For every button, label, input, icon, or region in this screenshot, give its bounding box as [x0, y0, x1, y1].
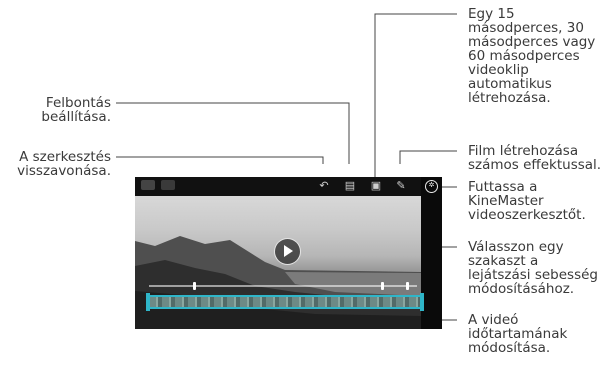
effects-icon: ✎: [396, 180, 406, 192]
auto-clip-icon: ▣: [370, 180, 382, 192]
callout-effects: Film létrehozása számos effektussal.: [468, 144, 601, 172]
callout-auto-clip: Egy 15 másodperces, 30 másodperces vagy …: [468, 7, 595, 105]
callout-line: 60 másodperces: [468, 48, 580, 64]
undo-icon: ↶: [319, 180, 329, 192]
callout-line: módosítása.: [468, 340, 551, 356]
undo-button[interactable]: ↶: [316, 179, 332, 195]
callout-line: KineMaster: [468, 193, 544, 209]
callout-line: másodperces, 30: [468, 20, 584, 36]
callout-kinemaster: Futtassa a KineMaster videoszerkesztőt.: [468, 180, 586, 222]
callout-line: számos effektussal.: [468, 157, 602, 173]
timeline-trim-start[interactable]: [146, 293, 150, 311]
speed-handle-mark[interactable]: [406, 282, 409, 290]
callout-line: Egy 15: [468, 6, 515, 22]
kinemaster-button[interactable]: ✲: [425, 180, 438, 193]
callout-line: módosításához.: [468, 281, 575, 297]
speed-handle-start[interactable]: [193, 282, 196, 290]
video-preview: [135, 196, 421, 329]
callout-line: A videó: [468, 312, 519, 328]
callout-line: A szerkesztés: [19, 149, 111, 165]
line-effects: [399, 150, 457, 164]
callout-line: beállítása.: [41, 109, 111, 125]
callout-line: automatikus: [468, 76, 552, 92]
callout-line: másodperces vagy: [468, 34, 596, 50]
video-timeline[interactable]: [147, 295, 423, 309]
callout-duration: A videó időtartamának módosítása.: [468, 313, 567, 355]
kinemaster-icon: ✲: [428, 182, 435, 189]
line-resolution: [116, 102, 350, 164]
callout-line: videoszerkesztőt.: [468, 207, 586, 223]
editor-toolbar: ↶ ▤ ▣ ✎: [135, 177, 442, 196]
callout-line: Futtassa a: [468, 179, 538, 195]
share-button[interactable]: [161, 180, 175, 190]
callout-resolution: Felbontás beállítása.: [41, 96, 111, 124]
speed-handle-end[interactable]: [381, 282, 384, 290]
callout-line: Válasszon egy: [468, 239, 564, 255]
timeline-trim-end[interactable]: [420, 293, 424, 311]
callout-line: videoklip: [468, 62, 529, 78]
line-auto-clip: [374, 13, 457, 183]
video-editor-screen: ↶ ▤ ▣ ✎ ✲: [135, 177, 442, 329]
callout-speed: Válasszon egy szakaszt a lejátszási sebe…: [468, 240, 598, 296]
callout-line: lejátszási sebesség: [468, 267, 598, 283]
callout-line: Felbontás: [45, 95, 111, 111]
back-button[interactable]: [141, 180, 155, 190]
callout-line: visszavonása.: [17, 163, 111, 179]
speed-range-track[interactable]: [149, 285, 417, 287]
play-button[interactable]: [274, 238, 301, 265]
auto-clip-button[interactable]: ▣: [368, 179, 384, 195]
callout-line: létrehozása.: [468, 90, 551, 106]
line-undo: [116, 156, 324, 164]
effects-button[interactable]: ✎: [393, 179, 409, 195]
play-icon: [284, 245, 293, 257]
landscape-image: [135, 236, 421, 329]
resolution-button[interactable]: ▤: [342, 179, 358, 195]
callout-line: időtartamának: [468, 326, 568, 342]
callout-line: Film létrehozása: [468, 143, 579, 159]
right-panel: ✲: [421, 177, 442, 329]
resolution-icon: ▤: [344, 180, 356, 192]
callout-line: szakaszt a: [468, 253, 539, 269]
callout-undo: A szerkesztés visszavonása.: [17, 150, 111, 178]
